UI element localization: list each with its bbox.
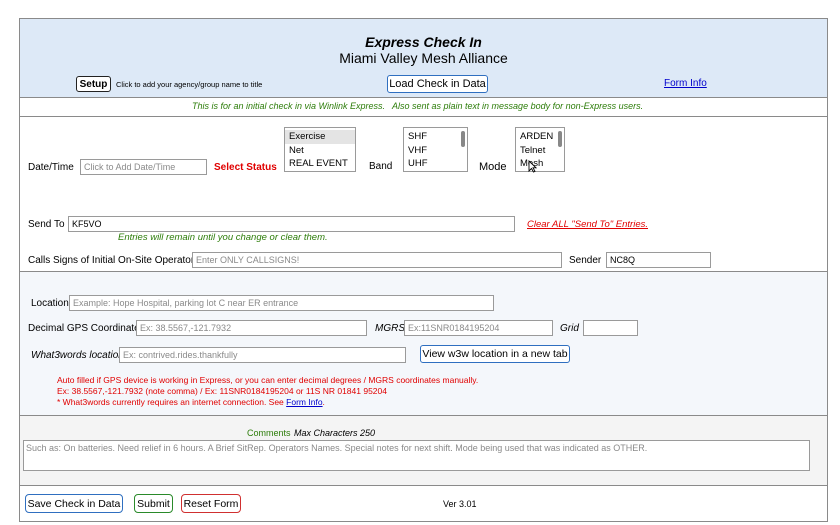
form-title: Express Check In	[365, 34, 482, 50]
w3w-form-info-link[interactable]: Form Info	[286, 397, 322, 407]
select-status-label: Select Status	[214, 162, 277, 173]
grid-label: Grid	[560, 323, 579, 334]
clear-sendto-link[interactable]: Clear ALL "Send To" Entries.	[527, 219, 648, 230]
status-option-exercise[interactable]: Exercise	[285, 130, 355, 144]
form-info-link[interactable]: Form Info	[664, 78, 707, 89]
callsigns-label: Calls Signs of Initial On-Site Operator(…	[28, 255, 206, 266]
version-label: Ver 3.01	[443, 499, 477, 509]
comments-section: Comments Max Characters 250	[20, 416, 827, 486]
comments-max-label: Max Characters 250	[294, 428, 376, 438]
band-label: Band	[369, 161, 393, 172]
gps-help-line1: Auto filled if GPS device is working in …	[57, 375, 479, 385]
callsigns-input[interactable]	[192, 252, 562, 268]
sender-input[interactable]	[606, 252, 711, 268]
sendto-label: Send To	[28, 219, 65, 230]
band-option-shf[interactable]: SHF	[404, 130, 467, 144]
save-checkin-button[interactable]: Save Check in Data	[25, 494, 123, 513]
mgrs-input[interactable]	[404, 320, 553, 336]
sender-label: Sender	[569, 255, 602, 266]
location-input[interactable]	[69, 295, 494, 311]
status-option-real-event[interactable]: REAL EVENT	[285, 157, 355, 171]
band-listbox[interactable]: SHF VHF UHF	[403, 127, 468, 172]
form-footer: Save Check in Data Submit Reset Form Ver…	[20, 486, 827, 523]
band-option-uhf[interactable]: UHF	[404, 157, 467, 171]
mode-option-mesh[interactable]: Mesh	[516, 157, 564, 171]
submit-button[interactable]: Submit	[134, 494, 173, 513]
w3w-note-end: .	[322, 397, 325, 407]
gps-help-line2: Ex: 38.5567,-121.7932 (note comma) / Ex:…	[57, 386, 387, 396]
notice-bar: This is for an initial check in via Winl…	[20, 98, 827, 117]
setup-button[interactable]: Setup	[76, 76, 111, 92]
reset-form-button[interactable]: Reset Form	[181, 494, 241, 513]
w3w-input[interactable]	[119, 347, 406, 363]
load-checkin-data-button[interactable]: Load Check in Data	[387, 75, 488, 93]
status-listbox[interactable]: Exercise Net REAL EVENT	[284, 127, 356, 172]
w3w-label: What3words location:	[31, 350, 127, 361]
sendto-input[interactable]	[68, 216, 515, 232]
mode-label: Mode	[479, 161, 507, 173]
band-scrollbar[interactable]	[461, 131, 465, 147]
mode-scrollbar[interactable]	[558, 131, 562, 147]
gps-input[interactable]	[136, 320, 367, 336]
comments-label: Comments	[247, 428, 291, 438]
location-label: Location	[31, 298, 69, 309]
setup-hint: Click to add your agency/group name to t…	[116, 80, 263, 89]
status-option-net[interactable]: Net	[285, 144, 355, 158]
form-subtitle: Miami Valley Mesh Alliance	[339, 50, 508, 66]
checkin-details-section: Date/Time Select Status Exercise Net REA…	[20, 117, 827, 272]
view-w3w-button[interactable]: View w3w location in a new tab	[420, 345, 570, 363]
datetime-label: Date/Time	[28, 162, 74, 173]
form-header: Express Check In Miami Valley Mesh Allia…	[20, 19, 827, 98]
notice-main: This is for an initial check in via Winl…	[192, 101, 385, 111]
mgrs-label: MGRS	[375, 323, 405, 334]
gps-help-line3: * What3words currently requires an inter…	[57, 397, 325, 407]
w3w-note: * What3words currently requires an inter…	[57, 397, 284, 407]
mode-option-telnet[interactable]: Telnet	[516, 144, 564, 158]
grid-input[interactable]	[583, 320, 638, 336]
mode-listbox[interactable]: ARDEN Telnet Mesh	[515, 127, 565, 172]
mode-option-arden[interactable]: ARDEN	[516, 130, 564, 144]
gps-label: Decimal GPS Coordinates	[28, 323, 145, 334]
band-option-vhf[interactable]: VHF	[404, 144, 467, 158]
entries-note: Entries will remain until you change or …	[118, 232, 328, 243]
comments-textarea[interactable]	[23, 440, 810, 471]
mouse-pointer-icon	[528, 160, 537, 173]
notice-extra: Also sent as plain text in message body …	[392, 101, 644, 111]
location-section: Location Decimal GPS Coordinates MGRS Gr…	[20, 272, 827, 416]
express-checkin-form: Express Check In Miami Valley Mesh Allia…	[19, 18, 828, 522]
datetime-input[interactable]	[80, 159, 207, 175]
